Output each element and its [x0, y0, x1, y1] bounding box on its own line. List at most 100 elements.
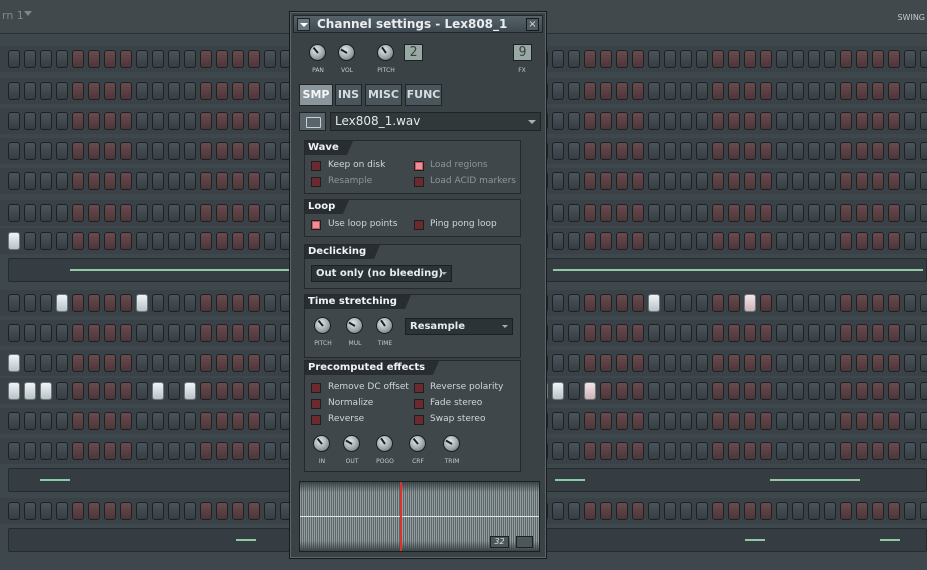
step-button[interactable]: [104, 82, 116, 100]
step-button[interactable]: [824, 294, 836, 312]
step-button[interactable]: [824, 324, 836, 342]
step-button[interactable]: [152, 82, 164, 100]
step-button[interactable]: [104, 412, 116, 430]
step-button[interactable]: [792, 382, 804, 400]
step-button[interactable]: [856, 112, 868, 130]
step-button[interactable]: [88, 324, 100, 342]
step-button[interactable]: [888, 204, 900, 222]
step-button[interactable]: [680, 412, 692, 430]
step-button[interactable]: [8, 142, 20, 160]
step-button[interactable]: [728, 112, 740, 130]
step-button[interactable]: [200, 324, 212, 342]
step-button[interactable]: [200, 142, 212, 160]
step-button[interactable]: [40, 502, 52, 520]
ping-pong-loop-checkbox[interactable]: [414, 220, 424, 230]
step-button[interactable]: [856, 142, 868, 160]
step-button[interactable]: [712, 232, 724, 250]
step-button[interactable]: [712, 412, 724, 430]
reverse-checkbox[interactable]: [311, 415, 321, 425]
step-button[interactable]: [136, 112, 148, 130]
step-button[interactable]: [232, 502, 244, 520]
step-button[interactable]: [40, 382, 52, 400]
step-button[interactable]: [568, 412, 580, 430]
step-button[interactable]: [872, 354, 884, 372]
tab-ins[interactable]: INS: [335, 84, 362, 106]
step-button[interactable]: [744, 354, 756, 372]
step-button[interactable]: [600, 442, 612, 460]
step-button[interactable]: [136, 232, 148, 250]
reverse-polarity-checkbox[interactable]: [414, 383, 424, 393]
step-button[interactable]: [104, 354, 116, 372]
step-button[interactable]: [8, 204, 20, 222]
step-button[interactable]: [904, 412, 916, 430]
step-button[interactable]: [232, 142, 244, 160]
step-button[interactable]: [904, 112, 916, 130]
step-button[interactable]: [168, 232, 180, 250]
step-button[interactable]: [136, 142, 148, 160]
step-button[interactable]: [200, 50, 212, 68]
step-button[interactable]: [680, 382, 692, 400]
step-button[interactable]: [760, 204, 772, 222]
step-button[interactable]: [24, 112, 36, 130]
step-button[interactable]: [792, 172, 804, 190]
step-button[interactable]: [712, 204, 724, 222]
step-button[interactable]: [264, 50, 276, 68]
waveform-settings-icon[interactable]: [516, 536, 533, 548]
step-button[interactable]: [72, 50, 84, 68]
step-button[interactable]: [136, 382, 148, 400]
step-button[interactable]: [120, 232, 132, 250]
step-button[interactable]: [104, 232, 116, 250]
step-button[interactable]: [152, 294, 164, 312]
step-button[interactable]: [824, 412, 836, 430]
step-button[interactable]: [552, 382, 564, 400]
step-button[interactable]: [568, 442, 580, 460]
step-button[interactable]: [728, 442, 740, 460]
step-button[interactable]: [824, 502, 836, 520]
step-button[interactable]: [72, 294, 84, 312]
step-button[interactable]: [200, 82, 212, 100]
step-button[interactable]: [888, 82, 900, 100]
step-button[interactable]: [200, 204, 212, 222]
step-button[interactable]: [232, 204, 244, 222]
step-button[interactable]: [616, 204, 628, 222]
step-button[interactable]: [696, 442, 708, 460]
step-button[interactable]: [8, 232, 20, 250]
step-button[interactable]: [792, 354, 804, 372]
step-button[interactable]: [88, 382, 100, 400]
step-button[interactable]: [72, 172, 84, 190]
step-button[interactable]: [760, 232, 772, 250]
step-button[interactable]: [56, 232, 68, 250]
step-button[interactable]: [808, 442, 820, 460]
step-button[interactable]: [856, 172, 868, 190]
step-button[interactable]: [648, 232, 660, 250]
step-button[interactable]: [264, 502, 276, 520]
step-button[interactable]: [152, 204, 164, 222]
step-button[interactable]: [776, 204, 788, 222]
step-button[interactable]: [904, 50, 916, 68]
step-button[interactable]: [776, 324, 788, 342]
step-button[interactable]: [40, 412, 52, 430]
step-button[interactable]: [104, 382, 116, 400]
step-button[interactable]: [216, 502, 228, 520]
step-button[interactable]: [168, 172, 180, 190]
step-button[interactable]: [648, 324, 660, 342]
step-button[interactable]: [264, 442, 276, 460]
step-button[interactable]: [56, 204, 68, 222]
step-button[interactable]: [152, 142, 164, 160]
step-button[interactable]: [40, 112, 52, 130]
step-button[interactable]: [616, 442, 628, 460]
step-button[interactable]: [24, 204, 36, 222]
step-button[interactable]: [136, 294, 148, 312]
step-button[interactable]: [40, 142, 52, 160]
step-button[interactable]: [696, 50, 708, 68]
step-button[interactable]: [696, 112, 708, 130]
step-button[interactable]: [664, 442, 676, 460]
step-button[interactable]: [120, 50, 132, 68]
step-button[interactable]: [552, 502, 564, 520]
step-button[interactable]: [200, 294, 212, 312]
effect-pogo-knob[interactable]: [376, 435, 393, 452]
step-button[interactable]: [824, 442, 836, 460]
step-button[interactable]: [680, 204, 692, 222]
step-button[interactable]: [24, 442, 36, 460]
step-button[interactable]: [744, 294, 756, 312]
